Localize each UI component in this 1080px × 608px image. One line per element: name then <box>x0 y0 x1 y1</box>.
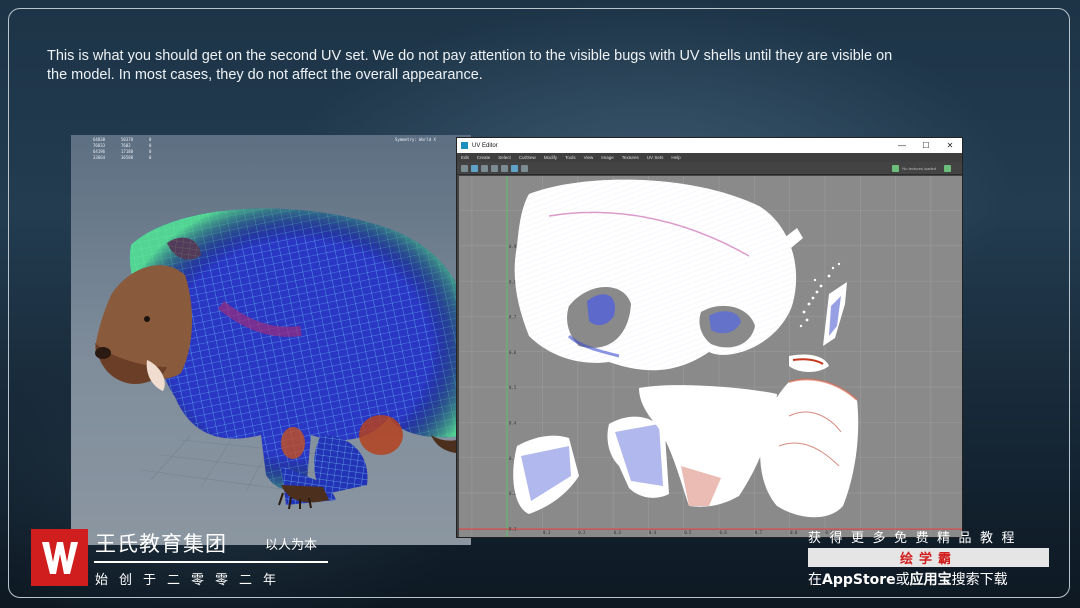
u-tick-label: 0.4 <box>649 530 657 535</box>
u-tick-label: 0.2 <box>578 530 586 535</box>
menu-uv-sets[interactable]: UV Sets <box>647 155 664 160</box>
promo-suffix: 搜索下载 <box>951 572 1008 588</box>
uv-shell-head[interactable] <box>514 179 797 371</box>
texture-status: No textures loaded <box>902 165 936 171</box>
uv-layout[interactable]: 0.90.80.70.60.50.40.30.20.1 0.1 0.2 0.3 0.4… <box>459 176 962 537</box>
menu-create[interactable]: Create <box>477 155 491 160</box>
promo-download-text: 在AppStore或应用宝搜索下载 <box>808 569 1008 589</box>
promo-appstore: AppStore <box>822 572 896 588</box>
w-logo-icon <box>41 541 78 574</box>
texture-toggle-icon[interactable] <box>892 164 900 172</box>
uv-menubar: Edit Create Select Cut/Sew Modify Tools … <box>457 153 962 162</box>
slide-caption: This is what you should get on the secon… <box>47 48 893 83</box>
snapshot-icon[interactable] <box>501 164 508 172</box>
menu-image[interactable]: Image <box>601 155 614 160</box>
promo-tagline: 获得更多免费精品教程 <box>808 531 1024 546</box>
maximize-button[interactable]: ☐ <box>914 141 938 150</box>
menu-view[interactable]: View <box>584 155 594 160</box>
brand-logo <box>31 529 88 586</box>
v-tick-label: 0.5 <box>509 385 517 390</box>
v-tick-label: 0.1 <box>509 526 517 531</box>
maya-viewport[interactable]: 64830 50378 0 76833 7602 0 64196 17188 0 33664 365… <box>71 135 471 545</box>
camera-icon[interactable] <box>521 164 528 172</box>
select-tool-icon[interactable] <box>461 164 468 172</box>
u-tick-label: 0.8 <box>790 530 798 535</box>
uv-toolbar: No textures loaded <box>457 162 962 175</box>
grid-toggle-icon[interactable] <box>491 164 498 172</box>
uv-editor-window[interactable]: UV Editor — ☐ ✕ Edit Create Select Cut/S… <box>456 137 963 538</box>
brand-name: 王氏教育集团 <box>95 532 227 556</box>
bear-model[interactable] <box>71 135 471 545</box>
exposure-icon[interactable] <box>944 164 951 172</box>
promo-or: 或 <box>895 572 910 588</box>
window-title: UV Editor <box>472 142 498 149</box>
menu-tools[interactable]: Tools <box>565 155 576 160</box>
v-tick-label: 0.9 <box>509 244 517 249</box>
brand-slogan: 以人为本 <box>265 538 318 553</box>
menu-select[interactable]: Select <box>498 155 511 160</box>
menu-modify[interactable]: Modify <box>544 155 557 160</box>
v-tick-label: 0.6 <box>509 350 517 355</box>
u-tick-label: 0.5 <box>684 530 692 535</box>
uv-editor-titlebar[interactable]: UV Editor — ☐ ✕ <box>457 138 962 153</box>
promo-yingyongbao: 应用宝 <box>909 572 952 588</box>
uv-canvas[interactable]: 0.9 0.8 0.7 0.6 0.5 0.4 0.3 0.2 0.1 0.1 0.2 0.3 0.4… <box>459 176 962 537</box>
shell-mode-icon[interactable] <box>481 164 488 172</box>
brand-divider <box>94 561 328 563</box>
maya-app-icon <box>461 142 468 149</box>
menu-textures[interactable]: Textures <box>622 155 639 160</box>
close-button[interactable]: ✕ <box>938 141 962 150</box>
u-tick-label: 0.6 <box>720 530 728 535</box>
u-tick-label: 0.1 <box>543 530 551 535</box>
toolbar-status-group: No textures loaded <box>892 164 962 172</box>
promo-banner: 绘学霸 <box>808 548 1049 567</box>
promo-app-name: 绘学霸 <box>899 552 957 567</box>
brand-founded: 始创于二零零二年 <box>95 573 288 588</box>
promo-prefix: 在 <box>808 572 822 588</box>
menu-edit[interactable]: Edit <box>461 155 469 160</box>
minimize-button[interactable]: — <box>890 141 914 150</box>
menu-help[interactable]: Help <box>671 155 680 160</box>
checker-icon[interactable] <box>511 164 518 172</box>
u-tick-label: 0.7 <box>755 530 763 535</box>
v-tick-label: 0.4 <box>509 421 517 426</box>
v-tick-label: 0.7 <box>509 315 517 320</box>
uv-mode-icon[interactable] <box>471 164 478 172</box>
menu-cut-sew[interactable]: Cut/Sew <box>519 155 536 160</box>
u-tick-label: 0.3 <box>614 530 622 535</box>
